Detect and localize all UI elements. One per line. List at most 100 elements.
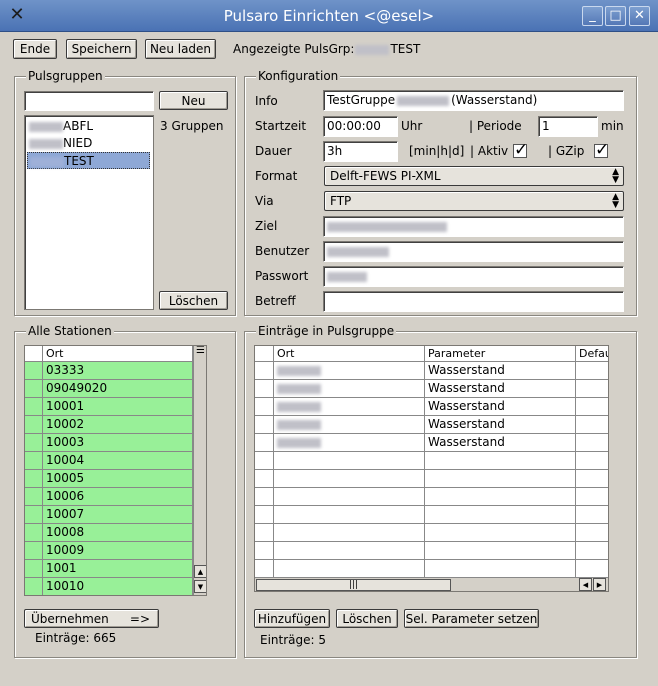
eintraege-table[interactable]: Ort Parameter Defau Wasserstand Wassersta… xyxy=(254,345,609,592)
table-row[interactable]: 10008 xyxy=(43,524,193,542)
table-row[interactable]: 10002 xyxy=(43,416,193,434)
ort-cell[interactable] xyxy=(274,362,425,380)
default-cell[interactable] xyxy=(576,380,608,398)
row-header[interactable] xyxy=(25,380,43,398)
eintraege-hscroll[interactable]: ||| ◀ ▶ xyxy=(255,577,608,591)
row-header[interactable] xyxy=(255,560,274,578)
scroll-up-icon[interactable]: ▲ xyxy=(194,565,206,578)
ort-cell[interactable] xyxy=(274,416,425,434)
startzeit-field[interactable]: 00:00:00 xyxy=(323,116,398,137)
default-cell[interactable] xyxy=(576,452,608,470)
table-row[interactable]: 10010 xyxy=(43,578,193,595)
parameter-cell[interactable]: Wasserstand xyxy=(425,362,576,380)
column-header-default[interactable]: Defau xyxy=(576,346,608,362)
row-header[interactable] xyxy=(25,362,43,380)
column-menu-icon[interactable]: ☰ xyxy=(194,346,206,359)
pulsgruppen-search-input[interactable] xyxy=(24,91,154,111)
aktiv-checkbox[interactable] xyxy=(513,140,528,160)
parameter-cell[interactable] xyxy=(425,452,576,470)
ort-cell[interactable] xyxy=(274,452,425,470)
default-cell[interactable] xyxy=(576,524,608,542)
row-header[interactable] xyxy=(25,560,43,578)
ort-cell[interactable] xyxy=(274,470,425,488)
table-row[interactable]: 10003 xyxy=(43,434,193,452)
default-cell[interactable] xyxy=(576,362,608,380)
table-row[interactable]: 09049020 xyxy=(43,380,193,398)
parameter-cell[interactable] xyxy=(425,560,576,578)
ort-cell[interactable] xyxy=(274,380,425,398)
parameter-cell[interactable]: Wasserstand xyxy=(425,398,576,416)
default-cell[interactable] xyxy=(576,560,608,578)
list-item[interactable]: ABFL xyxy=(27,118,149,135)
stationen-vscroll[interactable]: ☰ ▲ ▼ xyxy=(193,346,206,595)
row-header[interactable] xyxy=(25,578,43,595)
list-item[interactable]: NIED xyxy=(27,135,149,152)
table-row[interactable]: 10006 xyxy=(43,488,193,506)
minimize-icon[interactable]: _ xyxy=(582,6,603,26)
parameter-cell[interactable] xyxy=(425,506,576,524)
table-row[interactable]: 10009 xyxy=(43,542,193,560)
ort-cell[interactable] xyxy=(274,524,425,542)
parameter-cell[interactable] xyxy=(425,488,576,506)
row-header[interactable] xyxy=(25,398,43,416)
gzip-checkbox[interactable] xyxy=(594,140,609,160)
parameter-cell[interactable] xyxy=(425,542,576,560)
row-header[interactable] xyxy=(255,398,274,416)
ort-cell[interactable] xyxy=(274,506,425,524)
neu-laden-button[interactable]: Neu laden xyxy=(145,39,216,59)
row-header[interactable] xyxy=(25,488,43,506)
eintraege-loeschen-button[interactable]: Löschen xyxy=(336,609,398,628)
pulsgruppen-list[interactable]: ABFL NIED TEST xyxy=(24,115,154,310)
row-header[interactable] xyxy=(25,452,43,470)
info-field[interactable]: TestGruppe (Wasserstand) xyxy=(323,90,624,111)
parameter-cell[interactable] xyxy=(425,470,576,488)
row-header[interactable] xyxy=(25,524,43,542)
benutzer-field[interactable] xyxy=(323,241,624,262)
maximize-icon[interactable]: □ xyxy=(605,6,626,26)
ziel-field[interactable] xyxy=(323,216,624,237)
row-header[interactable] xyxy=(25,434,43,452)
row-header[interactable] xyxy=(255,434,274,452)
row-header[interactable] xyxy=(255,542,274,560)
ort-cell[interactable] xyxy=(274,398,425,416)
speichern-button[interactable]: Speichern xyxy=(66,39,137,59)
row-header[interactable] xyxy=(25,542,43,560)
periode-field[interactable]: 1 xyxy=(538,116,598,137)
row-header[interactable] xyxy=(255,380,274,398)
row-header[interactable] xyxy=(25,470,43,488)
ort-cell[interactable] xyxy=(274,488,425,506)
table-row[interactable]: 10005 xyxy=(43,470,193,488)
scroll-right-icon[interactable]: ▶ xyxy=(593,578,606,591)
scroll-left-icon[interactable]: ◀ xyxy=(579,578,592,591)
sel-parameter-button[interactable]: Sel. Parameter setzen xyxy=(404,609,539,628)
row-header[interactable] xyxy=(25,416,43,434)
parameter-cell[interactable]: Wasserstand xyxy=(425,416,576,434)
ende-button[interactable]: Ende xyxy=(13,39,57,59)
row-header[interactable] xyxy=(255,470,274,488)
close-icon[interactable]: ✕ xyxy=(629,6,650,26)
hinzufuegen-button[interactable]: Hinzufügen xyxy=(254,609,330,628)
hscroll-thumb[interactable]: ||| xyxy=(256,579,451,591)
parameter-cell[interactable] xyxy=(425,524,576,542)
column-header-ort[interactable]: Ort xyxy=(43,346,193,362)
list-item[interactable]: TEST xyxy=(27,152,150,169)
column-header-ort[interactable]: Ort xyxy=(274,346,425,362)
ort-cell[interactable] xyxy=(274,542,425,560)
row-header[interactable] xyxy=(25,506,43,524)
parameter-cell[interactable]: Wasserstand xyxy=(425,380,576,398)
default-cell[interactable] xyxy=(576,398,608,416)
default-cell[interactable] xyxy=(576,416,608,434)
pulsgruppe-loeschen-button[interactable]: Löschen xyxy=(159,291,228,310)
table-row[interactable]: 1001 xyxy=(43,560,193,578)
row-header[interactable] xyxy=(255,416,274,434)
dauer-field[interactable]: 3h xyxy=(323,141,398,162)
row-header[interactable] xyxy=(255,452,274,470)
table-row[interactable]: 10001 xyxy=(43,398,193,416)
neu-button[interactable]: Neu xyxy=(159,91,228,110)
table-row[interactable]: 10007 xyxy=(43,506,193,524)
uebernehmen-button[interactable]: Übernehmen => xyxy=(24,609,159,628)
row-header[interactable] xyxy=(255,362,274,380)
betreff-field[interactable] xyxy=(323,291,624,312)
ort-cell[interactable] xyxy=(274,434,425,452)
default-cell[interactable] xyxy=(576,542,608,560)
